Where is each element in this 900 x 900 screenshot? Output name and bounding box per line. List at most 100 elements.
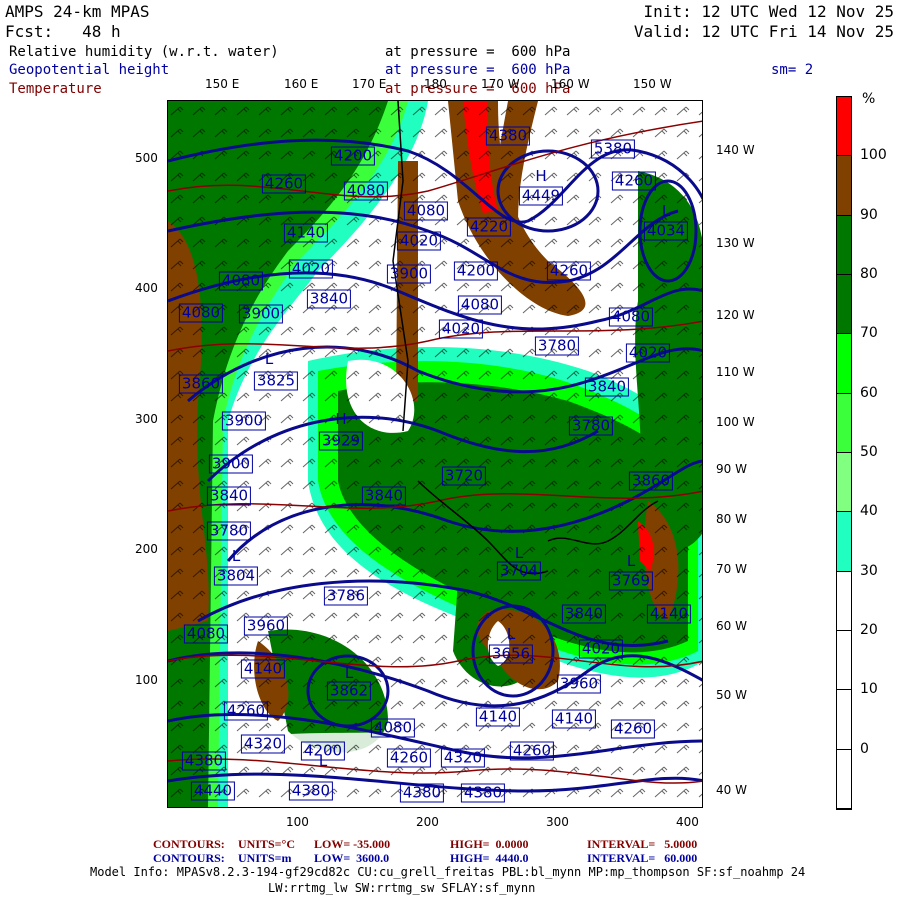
height-contour-label: 4440 bbox=[190, 781, 236, 801]
colorbar-label: 80 bbox=[860, 266, 878, 282]
height-contour-label: 4034 bbox=[643, 221, 689, 241]
lon-label-right: 140 W bbox=[716, 143, 755, 157]
height-contour-label: 4380 bbox=[181, 751, 227, 771]
model-title: AMPS 24-km MPAS bbox=[5, 2, 150, 21]
height-contour-label: 3840 bbox=[561, 604, 607, 624]
height-high: HIGH= 4440.0 bbox=[450, 851, 529, 865]
lon-label-top: 150 E bbox=[205, 77, 240, 91]
colorbar-segment bbox=[837, 215, 851, 275]
y-tick-label: 300 bbox=[135, 412, 158, 426]
height-contour-label: 3780 bbox=[206, 521, 252, 541]
height-contour-label: 4140 bbox=[551, 709, 597, 729]
height-contour-label: 3704 bbox=[496, 561, 542, 581]
temp-low: LOW= -35.000 bbox=[314, 837, 391, 851]
colorbar-segment bbox=[837, 393, 851, 453]
x-tick-label: 300 bbox=[546, 815, 569, 829]
lon-label-top: 170 W bbox=[481, 77, 520, 91]
height-contour-label: 3840 bbox=[206, 486, 252, 506]
colorbar-segment bbox=[837, 453, 851, 513]
y-tick-label: 100 bbox=[135, 673, 158, 687]
height-contour-label: 4320 bbox=[240, 734, 286, 754]
field-rh-name: Relative humidity (w.r.t. water) bbox=[9, 44, 279, 60]
valid-time: Valid: 12 UTC Fri 14 Nov 25 bbox=[633, 22, 894, 41]
height-contour-label: 3900 bbox=[208, 454, 254, 474]
lon-label-right: 100 W bbox=[716, 415, 755, 429]
height-contour-label: 4080 bbox=[370, 718, 416, 738]
lon-label-right: 50 W bbox=[716, 688, 747, 702]
high-pressure-marker: H bbox=[335, 410, 347, 428]
y-tick-label: 500 bbox=[135, 151, 158, 165]
colorbar-label: 70 bbox=[860, 325, 878, 342]
height-contour-label: 4020 bbox=[625, 343, 671, 363]
height-contour-label: 4260 bbox=[611, 171, 657, 191]
low-pressure-marker: L bbox=[661, 202, 671, 220]
height-contour-label: 3840 bbox=[361, 486, 407, 506]
smoothing-label: sm= 2 bbox=[771, 62, 814, 78]
height-contour-label: 3900 bbox=[221, 411, 267, 431]
height-contour-label: 4260 bbox=[386, 748, 432, 768]
height-contour-label: 4380 bbox=[399, 783, 445, 803]
height-contour-label: 4380 bbox=[485, 126, 531, 146]
temp-contour-label: CONTOURS: bbox=[153, 837, 225, 851]
low-pressure-marker: L bbox=[231, 547, 241, 565]
height-contour-label: 4320 bbox=[440, 748, 486, 768]
height-contour-label: 4220 bbox=[466, 217, 512, 237]
lon-label-right: 60 W bbox=[716, 619, 747, 633]
height-contour-label: 4200 bbox=[453, 261, 499, 281]
height-contour-label: 4080 bbox=[183, 624, 229, 644]
height-contour-label: 4140 bbox=[283, 223, 329, 243]
temp-interval: INTERVAL= 5.0000 bbox=[587, 837, 698, 851]
height-contour-label: 4020 bbox=[396, 231, 442, 251]
temp-high: HIGH= 0.0000 bbox=[450, 837, 529, 851]
height-contour-label: 3804 bbox=[213, 566, 259, 586]
lon-label-top: 160 W bbox=[551, 77, 590, 91]
colorbar-segment bbox=[837, 512, 851, 572]
field-rh-level: at pressure = 600 hPa bbox=[385, 44, 571, 60]
height-contour-label: 4260 bbox=[509, 741, 555, 761]
height-contour-label: 3840 bbox=[306, 289, 352, 309]
height-contour-label: 4020 bbox=[438, 319, 484, 339]
height-units: UNITS=m bbox=[238, 851, 292, 865]
height-contour-label: CONTOURS: bbox=[153, 851, 225, 865]
low-pressure-marker: L bbox=[344, 664, 354, 682]
height-contour-label: 3825 bbox=[253, 371, 299, 391]
x-tick-label: 400 bbox=[676, 815, 699, 829]
field-temp-name: Temperature bbox=[9, 81, 102, 97]
colorbar-label: 20 bbox=[860, 622, 878, 638]
colorbar-label: 10 bbox=[860, 681, 878, 698]
height-contour-label: 4449 bbox=[518, 186, 564, 206]
init-time: Init: 12 UTC Wed 12 Nov 25 bbox=[643, 2, 894, 21]
lon-label-right: 40 W bbox=[716, 783, 747, 797]
low-pressure-marker: L bbox=[506, 625, 516, 643]
height-contour-label: 3786 bbox=[323, 586, 369, 606]
height-contour-label: 3780 bbox=[534, 336, 580, 356]
height-contour-label: 3960 bbox=[243, 616, 289, 636]
height-contour-label: 4260 bbox=[261, 174, 307, 194]
colorbar-label: 40 bbox=[860, 503, 878, 520]
field-height-name: Geopotential height bbox=[9, 62, 170, 78]
height-contour-label: 4260 bbox=[223, 701, 269, 721]
colorbar-segment bbox=[837, 97, 851, 157]
forecast-hour: Fcst: 48 h bbox=[5, 22, 121, 41]
low-pressure-marker: L bbox=[626, 552, 636, 570]
colorbar-segment bbox=[837, 631, 851, 691]
model-info-line2: LW:rrtmg_lw SW:rrtmg_sw SFLAY:sf_mynn bbox=[268, 881, 536, 895]
height-contour-label: 3840 bbox=[584, 377, 630, 397]
height-contour-label: 4140 bbox=[646, 604, 692, 624]
colorbar-label: 100 bbox=[860, 147, 887, 164]
rh-colorbar bbox=[836, 96, 852, 810]
height-contour-label: 4080 bbox=[403, 201, 449, 221]
colorbar-label: 50 bbox=[860, 444, 878, 460]
lon-label-right: 90 W bbox=[716, 462, 747, 476]
height-contour-label: 3780 bbox=[568, 416, 614, 436]
height-contour-label: 3656 bbox=[488, 644, 534, 664]
x-tick-label: 100 bbox=[286, 815, 309, 829]
lon-label-right: 110 W bbox=[716, 365, 755, 379]
height-contour-label: 4260 bbox=[610, 719, 656, 739]
colorbar-label: 60 bbox=[860, 384, 878, 401]
lon-label-top: 150 W bbox=[633, 77, 672, 91]
colorbar-segment bbox=[837, 275, 851, 335]
colorbar-segment bbox=[837, 749, 851, 809]
temp-units: UNITS=°C bbox=[238, 837, 295, 851]
height-contour-label: 4080 bbox=[178, 303, 224, 323]
